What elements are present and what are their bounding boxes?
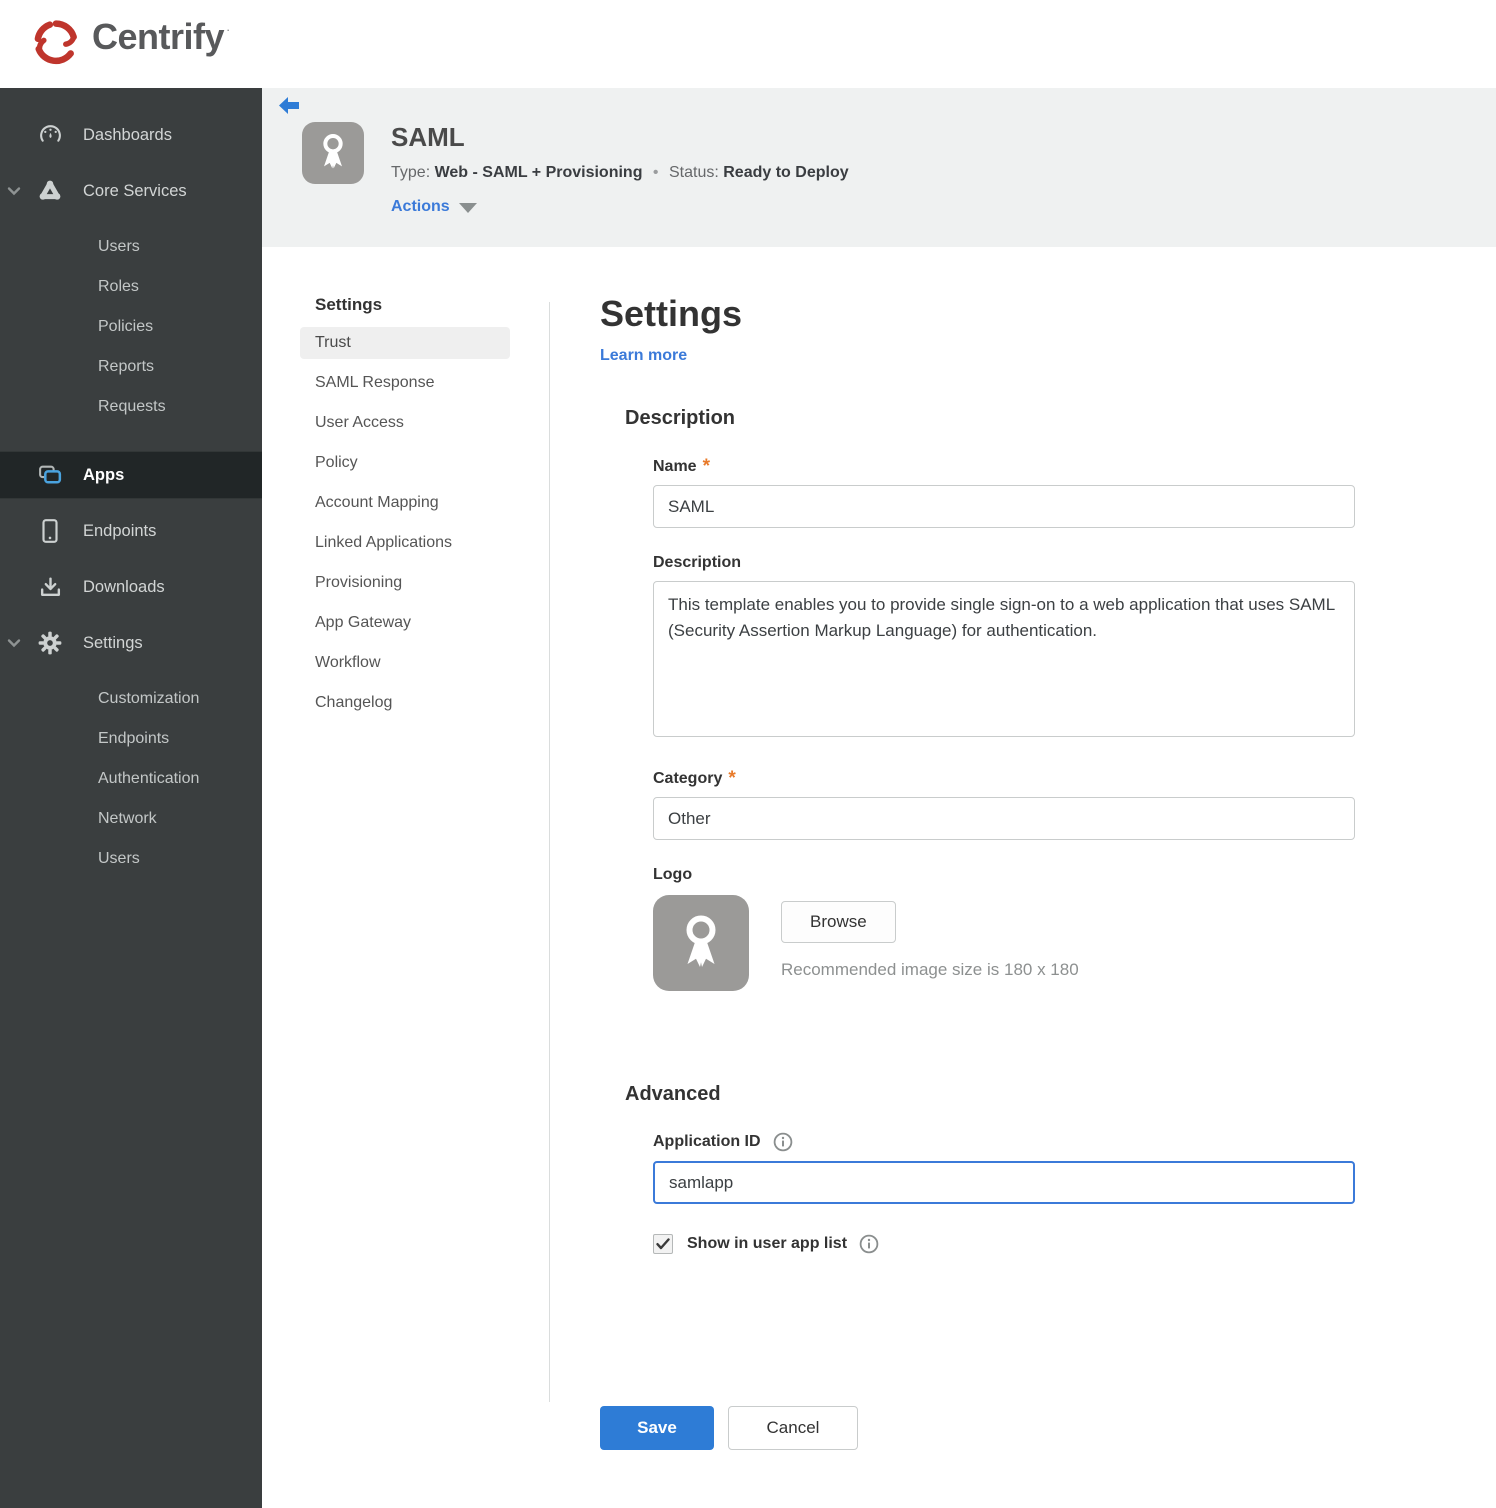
sidebar-item-settings[interactable]: Settings bbox=[0, 619, 262, 667]
actions-label: Actions bbox=[391, 198, 450, 215]
subnav-item-account-mapping[interactable]: Account Mapping bbox=[300, 487, 510, 519]
ribbon-award-icon bbox=[671, 908, 731, 979]
sidebar-item-customization[interactable]: Customization bbox=[0, 679, 262, 719]
subnav-header: Settings bbox=[315, 295, 383, 314]
description-label: Description bbox=[653, 554, 742, 571]
status-badge: Ready to Deploy bbox=[723, 164, 849, 181]
sidebar-item-label: Endpoints bbox=[83, 521, 157, 540]
settings-subnav: Settings Trust SAML Response User Access… bbox=[262, 247, 549, 1508]
browse-button[interactable]: Browse bbox=[781, 901, 896, 943]
info-icon[interactable] bbox=[859, 1234, 879, 1254]
sidebar-item-reports[interactable]: Reports bbox=[0, 347, 262, 387]
subnav-item-workflow[interactable]: Workflow bbox=[300, 647, 510, 679]
sidebar-item-downloads[interactable]: Downloads bbox=[0, 563, 262, 611]
apps-icon bbox=[36, 463, 64, 487]
sidebar-item-endpoints-settings[interactable]: Endpoints bbox=[0, 719, 262, 759]
subnav-item-trust[interactable]: Trust bbox=[300, 327, 510, 359]
sidebar-item-apps[interactable]: Apps bbox=[0, 451, 262, 499]
subnav-item-app-gateway[interactable]: App Gateway bbox=[300, 607, 510, 639]
dashboard-icon bbox=[36, 123, 64, 148]
sidebar-item-core-services[interactable]: Core Services bbox=[0, 167, 262, 215]
sidebar-item-requests[interactable]: Requests bbox=[0, 387, 262, 427]
name-input[interactable] bbox=[653, 485, 1355, 528]
advanced-section-heading: Advanced bbox=[625, 1083, 721, 1105]
description-textarea[interactable]: This template enables you to provide sin… bbox=[653, 581, 1355, 737]
gear-icon bbox=[36, 630, 64, 656]
page-title: SAML bbox=[391, 122, 465, 152]
core-services-icon bbox=[36, 178, 64, 204]
ribbon-award-icon bbox=[313, 129, 353, 178]
vertical-divider bbox=[549, 302, 550, 1402]
show-in-user-app-list-label: Show in user app list bbox=[687, 1235, 848, 1252]
logo-size-hint: Recommended image size is 180 x 180 bbox=[781, 960, 1079, 979]
sidebar-item-endpoints[interactable]: Endpoints bbox=[0, 507, 262, 555]
required-asterisk: * bbox=[728, 768, 736, 789]
back-arrow-icon[interactable] bbox=[278, 96, 300, 121]
subnav-item-changelog[interactable]: Changelog bbox=[300, 687, 510, 719]
info-icon[interactable] bbox=[773, 1132, 793, 1152]
settings-subgroup: Customization Endpoints Authentication N… bbox=[0, 675, 262, 887]
core-services-subgroup: Users Roles Policies Reports Requests bbox=[0, 223, 262, 435]
app-meta: Type: Web - SAML + Provisioning • Status… bbox=[391, 164, 849, 182]
download-icon bbox=[36, 575, 64, 600]
sidebar-item-policies[interactable]: Policies bbox=[0, 307, 262, 347]
sidebar-item-authentication[interactable]: Authentication bbox=[0, 759, 262, 799]
show-in-user-app-list-group: Show in user app list bbox=[653, 1234, 1410, 1254]
description-section-heading: Description bbox=[625, 407, 736, 429]
meta-separator: • bbox=[652, 164, 659, 181]
status-label: Status: bbox=[668, 164, 719, 181]
sidebar-item-label: Apps bbox=[83, 465, 125, 484]
category-label: Category bbox=[653, 770, 723, 787]
cancel-button[interactable]: Cancel bbox=[728, 1406, 858, 1450]
required-asterisk: * bbox=[702, 456, 710, 477]
application-id-input[interactable] bbox=[653, 1161, 1355, 1204]
form-actions: Save Cancel bbox=[600, 1406, 1410, 1450]
application-id-field-group: Application ID bbox=[653, 1132, 1410, 1204]
name-field-group: Name * bbox=[653, 456, 1410, 528]
subnav-item-linked-applications[interactable]: Linked Applications bbox=[300, 527, 510, 559]
chevron-down-icon bbox=[458, 203, 477, 213]
description-field-group: Description This template enables you to… bbox=[653, 554, 1410, 742]
section-title: Settings bbox=[600, 293, 743, 334]
sidebar-item-dashboards[interactable]: Dashboards bbox=[0, 111, 262, 159]
chevron-down-icon[interactable] bbox=[7, 186, 21, 196]
app-logo-badge bbox=[302, 122, 364, 184]
category-input[interactable] bbox=[653, 797, 1355, 840]
centrify-swirl-icon bbox=[30, 16, 82, 73]
brand-logo: Centrify · bbox=[30, 16, 230, 73]
type-value: Web - SAML + Provisioning bbox=[434, 164, 643, 181]
sidebar-item-network[interactable]: Network bbox=[0, 799, 262, 839]
learn-more-link[interactable]: Learn more bbox=[600, 347, 687, 365]
logo-field-group: Logo Browse Recommended image size is 18… bbox=[653, 866, 1410, 991]
sidebar-item-users[interactable]: Users bbox=[0, 227, 262, 267]
sidebar-item-label: Core Services bbox=[83, 181, 187, 200]
subnav-item-saml-response[interactable]: SAML Response bbox=[300, 367, 510, 399]
logo-label: Logo bbox=[653, 866, 693, 883]
sidebar-item-label: Dashboards bbox=[83, 125, 172, 144]
brand-trademark: · bbox=[226, 21, 231, 37]
category-field-group: Category * bbox=[653, 768, 1410, 840]
settings-form: Settings Learn more Description Name * De… bbox=[600, 247, 1410, 1508]
application-id-label: Application ID bbox=[653, 1133, 761, 1150]
show-in-user-app-list-checkbox[interactable] bbox=[653, 1234, 673, 1254]
sidebar-item-roles[interactable]: Roles bbox=[0, 267, 262, 307]
subnav-item-provisioning[interactable]: Provisioning bbox=[300, 567, 510, 599]
sidebar-item-label: Downloads bbox=[83, 577, 165, 596]
sidebar-item-users-settings[interactable]: Users bbox=[0, 839, 262, 879]
type-label: Type: bbox=[391, 164, 431, 181]
mobile-device-icon bbox=[36, 518, 64, 544]
app-header: SAML Type: Web - SAML + Provisioning • S… bbox=[262, 88, 1496, 247]
save-button[interactable]: Save bbox=[600, 1406, 714, 1450]
top-bar: Centrify · bbox=[0, 0, 1496, 88]
brand-name: Centrify bbox=[92, 15, 225, 57]
actions-menu-button[interactable]: Actions bbox=[391, 198, 849, 216]
sidebar: Dashboards Core Services Users Roles Pol… bbox=[0, 88, 262, 1508]
logo-preview bbox=[653, 895, 749, 991]
subnav-item-user-access[interactable]: User Access bbox=[300, 407, 510, 439]
sidebar-item-label: Settings bbox=[83, 633, 143, 652]
name-label: Name bbox=[653, 458, 697, 475]
chevron-down-icon[interactable] bbox=[7, 638, 21, 648]
subnav-item-policy[interactable]: Policy bbox=[300, 447, 510, 479]
